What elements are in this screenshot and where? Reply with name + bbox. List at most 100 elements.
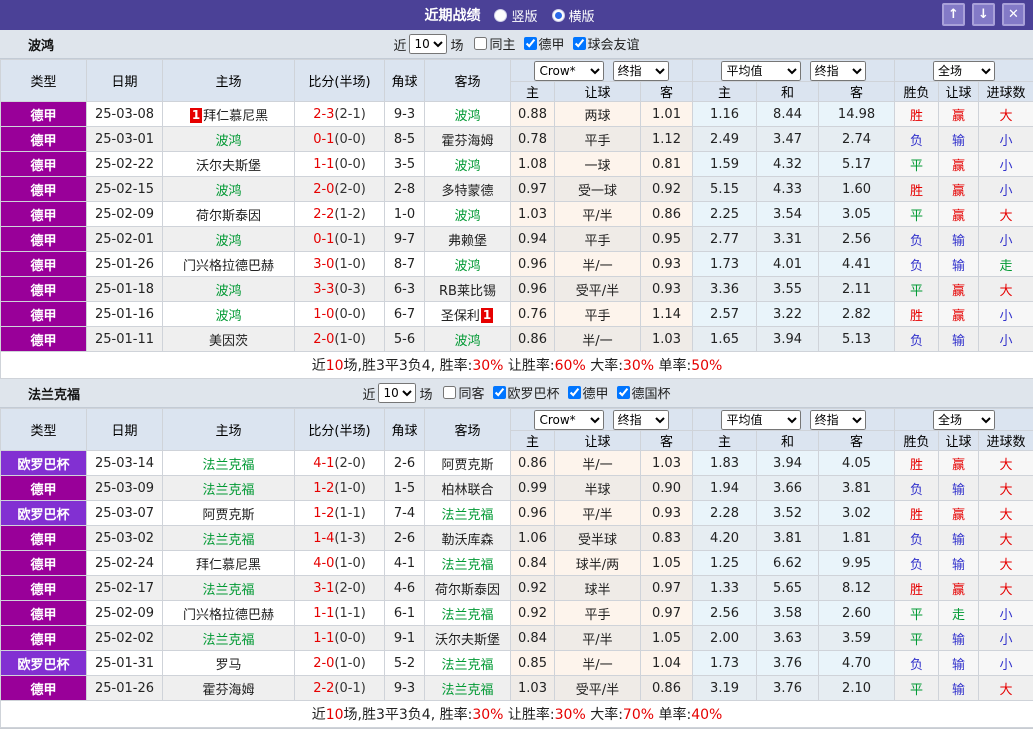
fulltime-score: 1-2 [313, 506, 334, 521]
avg-away-odds: 4.41 [819, 252, 895, 277]
filter-checkbox-同客[interactable]: 同客 [437, 383, 484, 402]
rank-badge: 1 [190, 108, 202, 123]
match-date: 25-03-02 [87, 526, 163, 551]
handicap-home-odds: 0.92 [511, 576, 555, 601]
checkbox-input[interactable] [568, 386, 581, 399]
avg-away-odds: 2.82 [819, 302, 895, 327]
odds-company-select[interactable]: Crow* [534, 61, 604, 81]
avg-draw-odds: 3.58 [757, 601, 819, 626]
corner-count: 9-7 [385, 227, 425, 252]
layout-radio-vertical[interactable]: 竖版 [494, 6, 537, 25]
corner-count: 5-6 [385, 327, 425, 352]
team-name-text: 法兰克福 [441, 608, 493, 623]
handicap-home-odds: 1.03 [511, 676, 555, 701]
corner-count: 9-3 [385, 676, 425, 701]
filter-checkbox-德甲[interactable]: 德甲 [562, 383, 609, 402]
result-outcome: 负 [895, 476, 939, 501]
handicap-away-odds: 1.05 [641, 551, 693, 576]
result-outcome: 负 [895, 327, 939, 352]
home-team: 罗马 [163, 651, 295, 676]
handicap-line: 平手 [555, 601, 641, 626]
team-name-text: 波鸿 [454, 334, 480, 349]
subcol-avg-home: 主 [693, 431, 757, 451]
away-team: 勒沃库森 [425, 526, 511, 551]
avg-away-odds: 2.10 [819, 676, 895, 701]
filter-checkbox-球会友谊[interactable]: 球会友谊 [567, 34, 640, 53]
result-handicap: 赢 [939, 451, 979, 476]
odds-company-select[interactable]: Crow* [534, 410, 604, 430]
avg-draw-odds: 4.32 [757, 152, 819, 177]
handicap-away-odds: 1.05 [641, 626, 693, 651]
radio-horizontal-icon[interactable] [552, 9, 565, 22]
scroll-down-button[interactable]: ↓ [972, 3, 995, 26]
summary-segment: 30% [555, 707, 586, 723]
layout-radio-horizontal[interactable]: 横版 [552, 6, 595, 25]
result-outcome: 胜 [895, 576, 939, 601]
fulltime-score: 2-2 [313, 681, 334, 696]
result-goals: 大 [979, 576, 1033, 601]
filter-recent-label: 近 [393, 35, 406, 54]
scroll-up-button[interactable]: ↑ [942, 3, 965, 26]
match-row: 德甲 25-02-02 法兰克福 1-1(0-0) 9-1 沃尔夫斯堡 0.84… [1, 626, 1033, 651]
summary-row: 近10场,胜3平3负4, 胜率:30% 让胜率:30% 大率:70% 单率:40… [1, 701, 1033, 728]
match-date: 25-02-15 [87, 177, 163, 202]
handicap-time-select[interactable]: 终指 [613, 61, 669, 81]
result-goals: 小 [979, 626, 1033, 651]
away-team: 法兰克福 [425, 551, 511, 576]
scope-select[interactable]: 全场 [933, 410, 995, 430]
radio-vertical-icon[interactable] [494, 9, 507, 22]
checkbox-input[interactable] [443, 386, 456, 399]
team-name-text: 美因茨 [209, 334, 248, 349]
handicap-line: 受半球 [555, 526, 641, 551]
filter-checkbox-德甲[interactable]: 德甲 [518, 34, 565, 53]
fulltime-score: 2-2 [313, 207, 334, 222]
average-select[interactable]: 平均值 [721, 410, 801, 430]
subcol-handicap-away: 客 [641, 82, 693, 102]
league-badge: 德甲 [1, 277, 87, 302]
result-scope-header: 全场 [895, 60, 1033, 82]
handicap-away-odds: 1.14 [641, 302, 693, 327]
result-handicap: 赢 [939, 302, 979, 327]
average-time-select[interactable]: 终指 [810, 61, 866, 81]
handicap-home-odds: 0.97 [511, 177, 555, 202]
average-select[interactable]: 平均值 [721, 61, 801, 81]
match-row: 德甲 25-01-11 美因茨 2-0(1-0) 5-6 波鸿 0.86 半/一… [1, 327, 1033, 352]
checkbox-input[interactable] [573, 37, 586, 50]
avg-away-odds: 4.70 [819, 651, 895, 676]
checkbox-input[interactable] [617, 386, 630, 399]
summary-segment: 单率: [654, 358, 691, 374]
away-team: 波鸿 [425, 152, 511, 177]
checkbox-input[interactable] [493, 386, 506, 399]
close-button[interactable]: ✕ [1002, 3, 1025, 26]
avg-home-odds: 2.57 [693, 302, 757, 327]
filter-checkbox-德国杯[interactable]: 德国杯 [611, 383, 671, 402]
league-badge: 德甲 [1, 127, 87, 152]
avg-draw-odds: 3.76 [757, 676, 819, 701]
filter-checkbox-同主[interactable]: 同主 [468, 34, 515, 53]
team-name-text: 法兰克福 [202, 533, 254, 548]
result-goals: 小 [979, 601, 1033, 626]
scope-select[interactable]: 全场 [933, 61, 995, 81]
match-row: 德甲 25-03-08 1拜仁慕尼黑 2-3(2-1) 9-3 波鸿 0.88 … [1, 102, 1033, 127]
handicap-time-select[interactable]: 终指 [613, 410, 669, 430]
match-date: 25-01-16 [87, 302, 163, 327]
handicap-line: 半/一 [555, 651, 641, 676]
match-count-select[interactable]: 10 [409, 34, 447, 54]
avg-away-odds: 2.60 [819, 601, 895, 626]
corner-count: 8-5 [385, 127, 425, 152]
team-name-text: 勒沃库森 [441, 533, 493, 548]
match-count-select[interactable]: 10 [378, 383, 416, 403]
halftime-score: (0-1) [334, 681, 365, 696]
average-time-select[interactable]: 终指 [810, 410, 866, 430]
match-date: 25-02-02 [87, 626, 163, 651]
result-handicap: 输 [939, 626, 979, 651]
team-name-text: 法兰克福 [202, 483, 254, 498]
away-team: 波鸿 [425, 327, 511, 352]
average-odds-header: 平均值 终指 [693, 409, 895, 431]
filter-checkbox-欧罗巴杯[interactable]: 欧罗巴杯 [487, 383, 560, 402]
match-row: 欧罗巴杯 25-03-07 阿贾克斯 1-2(1-1) 7-4 法兰克福 0.9… [1, 501, 1033, 526]
checkbox-input[interactable] [474, 37, 487, 50]
fulltime-score: 1-1 [313, 631, 334, 646]
checkbox-input[interactable] [524, 37, 537, 50]
team-name-text: 波鸿 [215, 184, 241, 199]
